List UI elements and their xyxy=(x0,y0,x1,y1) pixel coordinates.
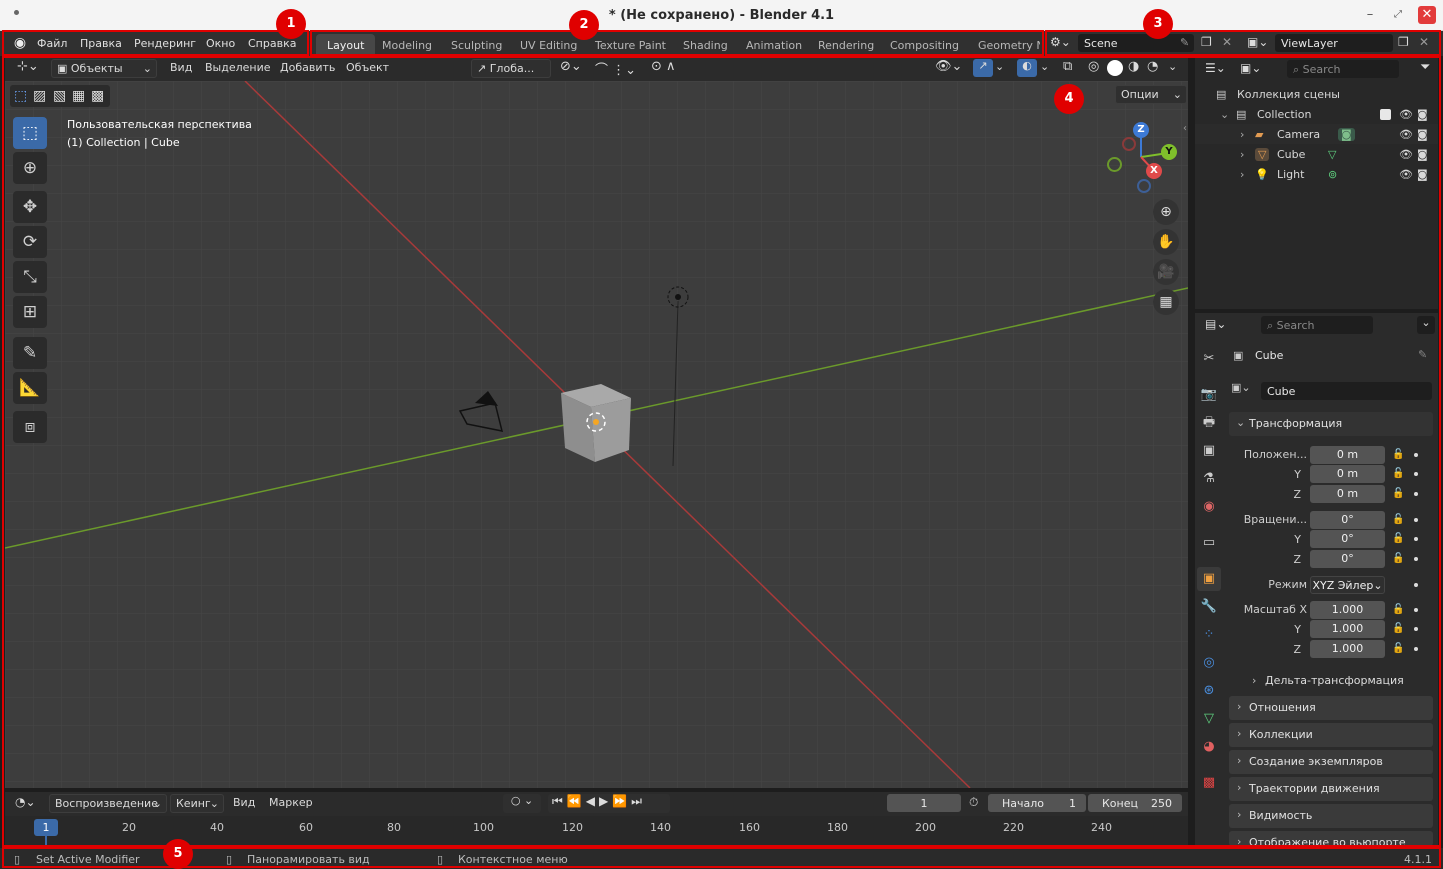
annotation-badge-4: 4 xyxy=(1054,84,1084,114)
restore-icon[interactable]: ⤢ xyxy=(1389,6,1407,24)
annotation-box-workspaces xyxy=(310,30,1044,56)
minimize-icon[interactable]: – xyxy=(1361,6,1379,24)
window-titlebar: * (Не сохранено) - Blender 4.1 – ⤢ ✕ xyxy=(0,0,1443,31)
annotation-box-scene xyxy=(1045,30,1441,56)
annotation-badge-2: 2 xyxy=(569,10,599,40)
window-title: * (Не сохранено) - Blender 4.1 xyxy=(608,8,835,23)
annotation-badge-3: 3 xyxy=(1143,9,1173,39)
annotation-box-statusbar xyxy=(2,847,1441,868)
annotation-badge-1: 1 xyxy=(276,9,306,39)
annotation-box-workspace-area xyxy=(2,56,1441,847)
annotation-box-menu xyxy=(2,30,309,56)
close-icon[interactable]: ✕ xyxy=(1418,6,1436,24)
annotation-badge-5: 5 xyxy=(163,839,193,869)
